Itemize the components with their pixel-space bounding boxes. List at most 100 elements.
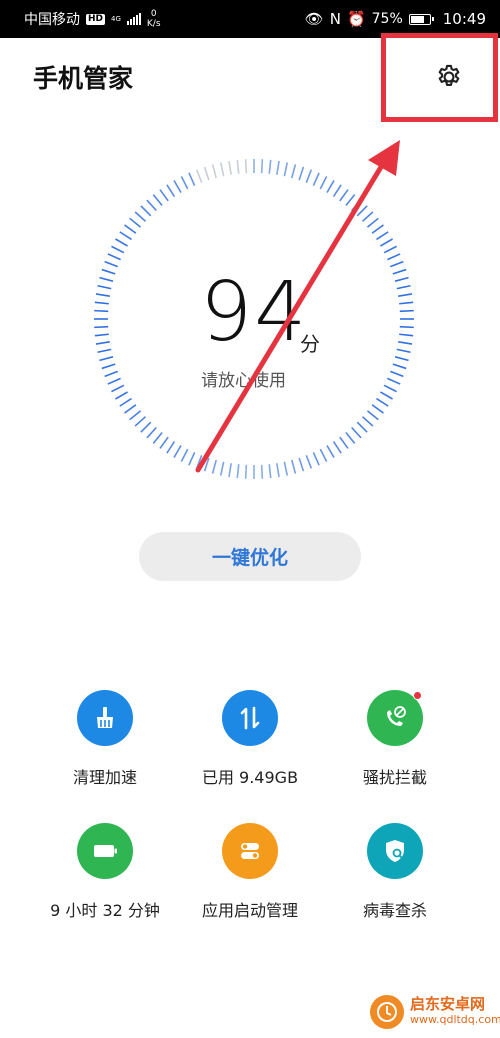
- gauge-tick: [94, 333, 109, 337]
- gauge-tick: [97, 348, 112, 354]
- tool-label: 已用 9.49GB: [201, 768, 299, 787]
- gauge-tick: [276, 160, 280, 175]
- gauge-tick: [228, 463, 232, 478]
- gear-icon: [438, 64, 460, 86]
- tool-virus-scan[interactable]: 病毒查杀: [320, 823, 470, 921]
- gauge-tick: [380, 238, 393, 247]
- status-left: 中国移动 HD 4G 0 K/s: [24, 9, 161, 29]
- gauge-tick: [319, 448, 328, 462]
- status-bar: 中国移动 HD 4G 0 K/s 👁 N ⏰ 75% 10:49: [0, 0, 500, 38]
- gauge-tick: [361, 416, 374, 427]
- gauge-tick: [94, 309, 109, 313]
- eye-comfort-icon: 👁: [304, 10, 324, 28]
- gauge-tick: [236, 159, 240, 174]
- gauge-tick: [305, 169, 313, 183]
- gauge-tick: [398, 293, 413, 297]
- gauge-tick: [283, 162, 289, 177]
- gauge-tick: [366, 217, 379, 228]
- network-speed: 0 K/s: [147, 9, 161, 29]
- gauge-tick: [166, 441, 176, 454]
- gauge-tick: [203, 166, 210, 181]
- watermark-logo: [370, 995, 404, 1029]
- gauge-tick: [111, 245, 125, 254]
- gauge-tick: [203, 457, 210, 472]
- clock: 10:49: [442, 10, 486, 28]
- toggles-icon: [241, 843, 259, 859]
- gauge-tick: [399, 309, 414, 313]
- gauge-tick: [97, 284, 112, 290]
- gauge-tick: [399, 301, 414, 305]
- gauge-tick: [392, 363, 407, 370]
- gauge-tick: [146, 199, 157, 212]
- gauge-tick: [159, 436, 169, 449]
- gauge-tick: [312, 452, 320, 466]
- gauge-tick: [152, 431, 163, 444]
- gauge-tick: [399, 333, 414, 337]
- gauge-tick: [140, 421, 152, 433]
- shield-scan-icon: [386, 840, 404, 862]
- gauge-tick: [305, 455, 313, 469]
- gauge-tick: [129, 410, 142, 421]
- gauge-tick: [260, 464, 264, 479]
- gauge-tick: [124, 404, 137, 414]
- optimize-button[interactable]: 一键优化: [139, 532, 361, 581]
- gauge-tick: [396, 348, 411, 354]
- battery-icon: [94, 845, 117, 857]
- network-type: 4G: [111, 15, 121, 23]
- gauge-tick: [244, 464, 248, 479]
- gauge-tick: [326, 445, 335, 458]
- gauge-tick: [376, 231, 389, 241]
- gauge-tick: [236, 464, 240, 479]
- gauge-tick: [195, 455, 203, 469]
- gauge-tick: [291, 459, 297, 474]
- gauge-tick: [366, 410, 379, 421]
- gauge-tick: [351, 426, 362, 439]
- gauge-tick: [390, 370, 404, 378]
- tool-data-usage[interactable]: 已用 9.49GB: [175, 690, 325, 788]
- nfc-icon: N: [329, 10, 341, 28]
- gauge-tick: [244, 159, 248, 174]
- gauge-tick: [107, 253, 121, 261]
- gauge-tick: [345, 194, 356, 207]
- gauge-tick: [107, 377, 121, 385]
- score-unit: 分: [300, 332, 320, 356]
- tool-harassment-block[interactable]: 骚扰拦截: [320, 690, 470, 788]
- tool-cleanup[interactable]: 清理加速: [30, 690, 180, 788]
- gauge-tick: [188, 172, 196, 186]
- tool-label: 9 小时 32 分钟: [50, 901, 160, 920]
- tool-icon-circle: [367, 823, 423, 879]
- gauge-tick: [326, 180, 335, 193]
- gauge-tick: [219, 461, 225, 476]
- gauge-tick: [312, 172, 320, 186]
- gauge-tick: [173, 445, 182, 458]
- gauge-tick: [260, 159, 264, 174]
- gauge-tick: [371, 404, 384, 414]
- carrier-name: 中国移动: [24, 12, 80, 28]
- gauge-tick: [94, 325, 109, 329]
- gauge-tick: [115, 238, 128, 247]
- gauge-tick: [140, 205, 152, 217]
- gauge-tick: [95, 293, 110, 297]
- gauge-tick: [101, 363, 116, 370]
- gauge-tick: [152, 194, 163, 207]
- tool-battery[interactable]: 9 小时 32 分钟: [30, 823, 180, 921]
- speed-unit: K/s: [146, 19, 161, 29]
- tool-icon-circle: [222, 690, 278, 746]
- tool-startup-manager[interactable]: 应用启动管理: [175, 823, 325, 921]
- speed-value: 0: [150, 9, 157, 19]
- gauge-tick: [332, 184, 342, 197]
- notification-dot: [413, 691, 422, 700]
- alarm-icon: ⏰: [346, 10, 366, 28]
- gauge-tick: [119, 231, 132, 241]
- gauge-tick: [387, 377, 401, 385]
- settings-button[interactable]: [428, 57, 470, 97]
- gauge-tick: [104, 370, 118, 378]
- gauge-tick: [111, 384, 125, 393]
- gauge-tick: [332, 441, 342, 454]
- gauge-tick: [134, 416, 147, 427]
- page-title: 手机管家: [33, 64, 134, 93]
- watermark-text: 启东安卓网 www.qdltdq.com: [410, 996, 500, 1028]
- gauge-tick: [94, 301, 109, 305]
- tool-label: 清理加速: [72, 768, 137, 787]
- gauge-tick: [99, 276, 114, 282]
